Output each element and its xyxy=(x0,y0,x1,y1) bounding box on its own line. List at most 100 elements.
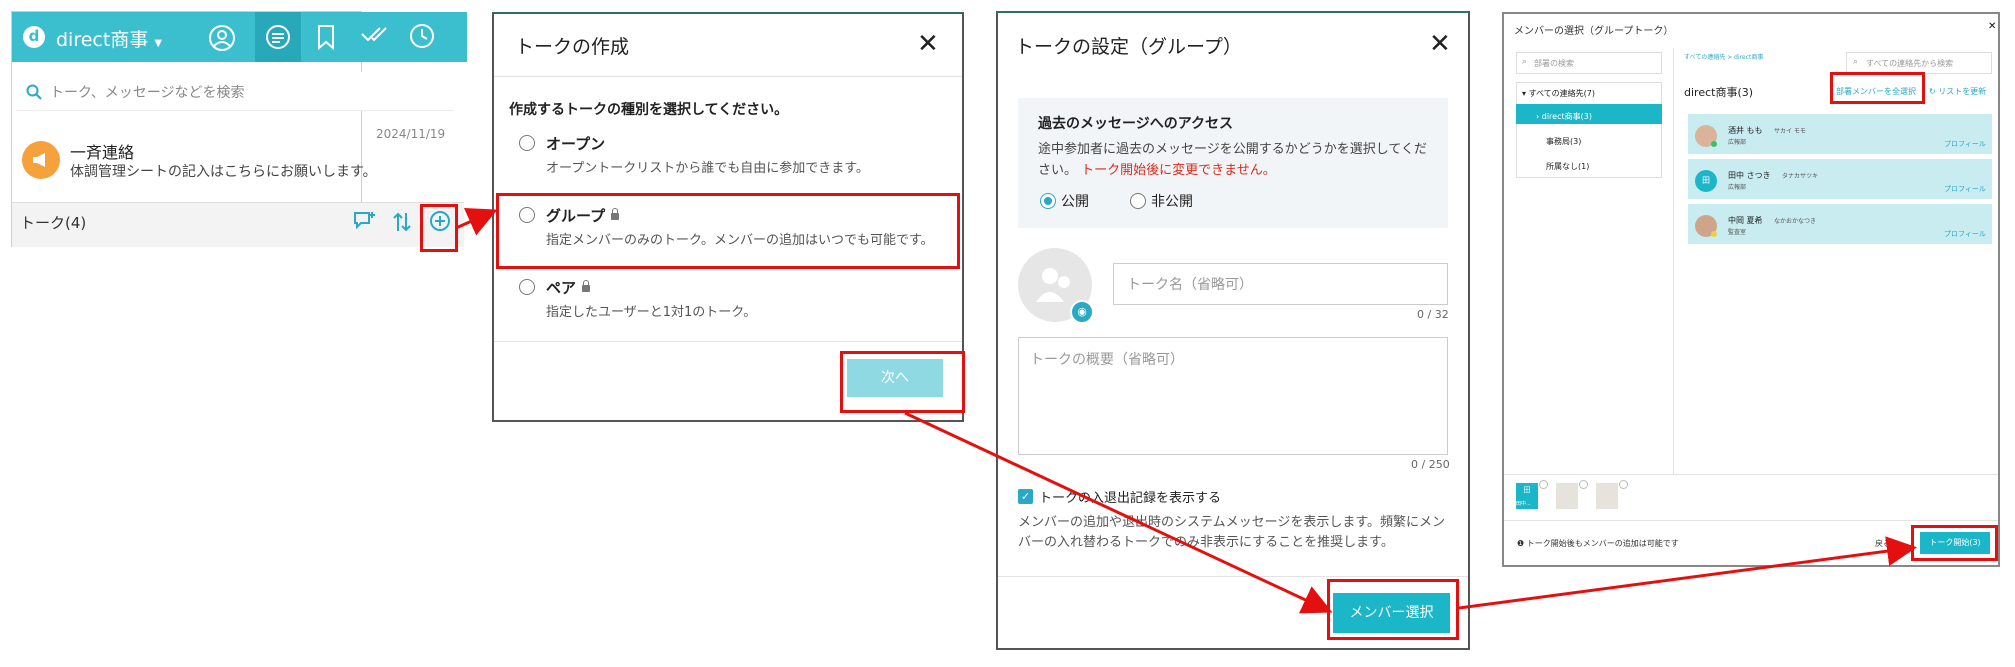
option-open-desc: オープントークリストから誰でも自由に参加できます。 xyxy=(546,161,869,176)
option-group-desc: 指定メンバーのみのトーク。メンバーの追加はいつでも可能です。 xyxy=(546,233,934,248)
dialog-title: メンバーの選択（グループトーク） xyxy=(1514,26,1674,37)
option-pair-label: ペア xyxy=(546,277,591,298)
tree-item-direct[interactable]: › direct商事(3) xyxy=(1536,111,1592,122)
divider xyxy=(494,341,962,342)
radio-public-label: 公開 xyxy=(1061,194,1089,210)
talk-item-date: 2024/11/19 xyxy=(376,127,446,141)
search-icon: ⌕ xyxy=(1522,57,1528,67)
talk-name-count: 0 / 32 xyxy=(1417,308,1449,321)
member-kana: なかおかなつき xyxy=(1774,218,1817,225)
member-dept: 広報部 xyxy=(1728,184,1747,191)
radio-private[interactable] xyxy=(1130,193,1146,209)
selected-member-chip[interactable] xyxy=(1596,483,1618,509)
back-link[interactable]: 戻る xyxy=(1875,538,1891,549)
radio-pair[interactable] xyxy=(519,279,535,295)
divider xyxy=(1504,520,1998,521)
member-select-button[interactable]: メンバー選択 xyxy=(1333,593,1450,633)
start-talk-button[interactable]: トーク開始(3) xyxy=(1920,532,1990,554)
chevron-down-icon: ▼ xyxy=(154,38,163,49)
new-chat-icon[interactable] xyxy=(352,210,376,232)
tree-item-none[interactable]: 所属なし(1) xyxy=(1546,161,1589,172)
radio-private-label: 非公開 xyxy=(1151,194,1193,210)
dialog-title: トークの設定（グループ） xyxy=(1015,36,1242,58)
lock-icon xyxy=(582,280,591,292)
search-icon: ⌕ xyxy=(1853,57,1859,67)
reload-icon: ↻ xyxy=(1929,87,1936,96)
radio-group[interactable] xyxy=(519,207,535,223)
talk-item-preview: 体調管理シートの記入はこちらにお願いします。 xyxy=(70,164,377,180)
tree-item-office[interactable]: 事務局(3) xyxy=(1546,136,1581,147)
talk-description-count: 0 / 250 xyxy=(1411,458,1450,471)
lock-icon xyxy=(611,208,620,220)
type-prompt: 作成するトークの種別を選択してください。 xyxy=(509,102,789,118)
member-dept: 監査室 xyxy=(1728,229,1747,236)
profile-link[interactable]: プロフィール xyxy=(1944,184,1986,194)
next-button[interactable]: 次へ xyxy=(847,359,943,397)
member-kana: タナカサツキ xyxy=(1782,173,1819,180)
log-desc-line1: メンバーの追加や退出時のシステムメッセージを表示します。頻繁にメン xyxy=(1018,515,1446,530)
member-name: 酒井 もも xyxy=(1728,126,1763,135)
dept-search-placeholder: 部署の検索 xyxy=(1534,59,1574,68)
user-circle-icon[interactable] xyxy=(208,24,236,52)
radio-open[interactable] xyxy=(519,135,535,151)
breadcrumb: すべての連絡先 > direct商事 xyxy=(1684,54,1764,61)
close-icon[interactable]: ✕ xyxy=(917,31,939,57)
access-desc-line2: さい。 トーク開始後に変更できません。 xyxy=(1038,163,1276,178)
dept-name: direct商事(3) xyxy=(1684,86,1754,99)
tree-item-all[interactable]: ▾ すべての連絡先(7) xyxy=(1522,88,1595,99)
chat-icon[interactable] xyxy=(264,24,292,52)
member-kana: サカイ モモ xyxy=(1774,128,1806,135)
divider xyxy=(998,576,1468,577)
option-pair-desc: 指定したユーザーと1対1のトーク。 xyxy=(546,305,757,320)
sort-icon[interactable] xyxy=(392,211,412,233)
bookmark-icon[interactable] xyxy=(315,24,337,50)
camera-icon[interactable]: ◉ xyxy=(1070,300,1094,324)
search-icon xyxy=(26,84,42,100)
clock-icon[interactable] xyxy=(408,22,436,50)
selected-member-chip[interactable] xyxy=(1556,483,1578,509)
member-dept: 広報部 xyxy=(1728,139,1747,146)
select-all-link[interactable]: 部署メンバーを全選択 xyxy=(1836,86,1916,97)
column-divider xyxy=(1673,48,1674,474)
reload-link[interactable]: ↻ リストを更新 xyxy=(1929,86,1986,97)
option-open-label: オープン xyxy=(546,135,606,153)
talk-description-placeholder: トークの概要（省略可） xyxy=(1030,352,1184,368)
member-name: 田中 さつき xyxy=(1728,171,1771,180)
radio-public[interactable] xyxy=(1040,193,1056,209)
search-input[interactable]: トーク、メッセージなどを検索 xyxy=(50,82,244,102)
remove-icon[interactable] xyxy=(1619,480,1628,489)
profile-link[interactable]: プロフィール xyxy=(1944,139,1986,149)
access-title: 過去のメッセージへのアクセス xyxy=(1038,116,1234,132)
app-logo: d xyxy=(23,26,45,48)
info-icon: ❶ xyxy=(1517,539,1525,548)
app-name[interactable]: direct商事 ▼ xyxy=(56,25,162,52)
footer-note: ❶ トーク開始後もメンバーの追加は可能です xyxy=(1517,539,1679,548)
log-desc-line2: バーの入れ替わるトークでのみ非表示にすることを推奨します。 xyxy=(1018,535,1394,550)
log-checkbox[interactable]: ✓ xyxy=(1018,489,1033,504)
talk-item-title: 一斉連絡 xyxy=(70,143,135,162)
megaphone-glyph xyxy=(33,153,45,167)
close-icon[interactable]: ✕ xyxy=(1429,31,1451,57)
online-dot xyxy=(1711,141,1717,147)
remove-icon[interactable] xyxy=(1539,480,1548,489)
online-dot xyxy=(1711,231,1717,237)
access-desc-line1: 途中参加者に過去のメッセージを公開するかどうかを選択してくだ xyxy=(1038,142,1427,157)
divider xyxy=(494,76,962,77)
close-icon[interactable]: ✕ xyxy=(1988,21,1996,32)
double-check-icon[interactable] xyxy=(360,24,390,44)
talk-count: トーク(4) xyxy=(20,214,87,232)
selected-chip-name: 田中... xyxy=(1516,501,1531,507)
log-checkbox-label: トークの入退出記録を表示する xyxy=(1039,491,1222,506)
group-icon xyxy=(1036,268,1070,302)
contact-search-placeholder: すべての連絡先から検索 xyxy=(1866,59,1954,68)
access-warning: トーク開始後に変更できません。 xyxy=(1081,163,1276,178)
avatar: 田 xyxy=(1695,170,1717,192)
profile-link[interactable]: プロフィール xyxy=(1944,229,1986,239)
remove-icon[interactable] xyxy=(1579,480,1588,489)
talk-name-placeholder: トーク名（省略可） xyxy=(1127,277,1253,293)
add-talk-icon[interactable] xyxy=(428,209,452,233)
dialog-title: トークの作成 xyxy=(515,36,630,58)
member-name: 中岡 夏希 xyxy=(1728,216,1763,225)
divider xyxy=(1504,474,1998,475)
option-group-label: グループ xyxy=(546,205,620,226)
